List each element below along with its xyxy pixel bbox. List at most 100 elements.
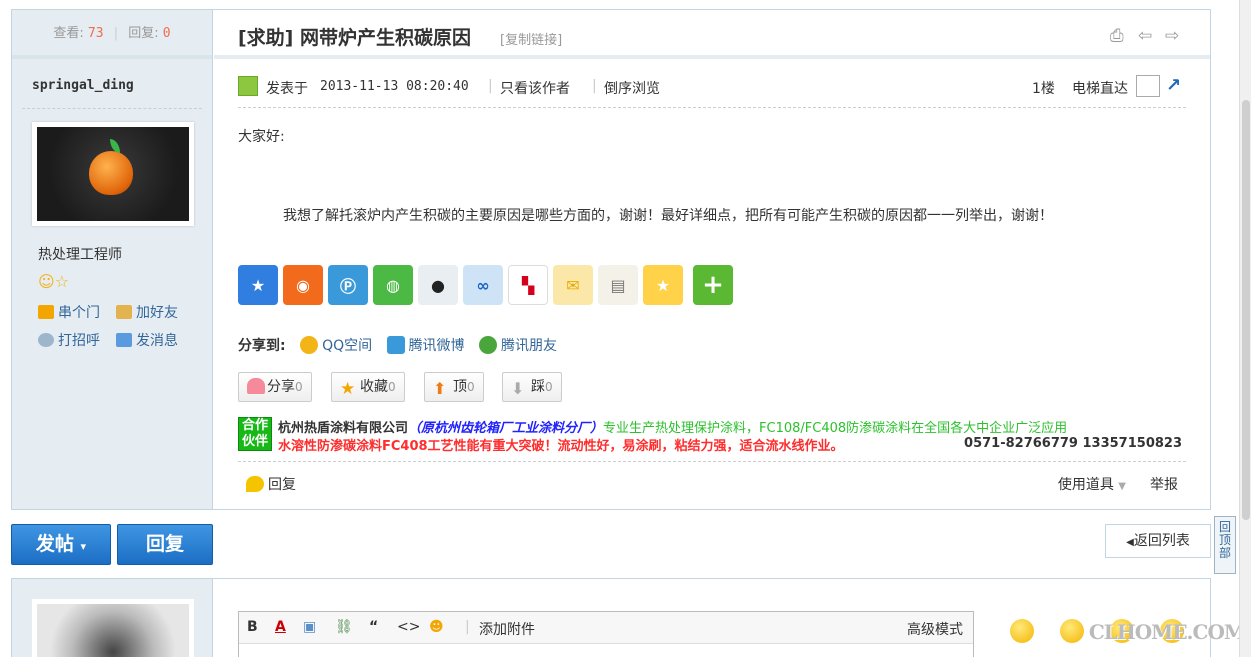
ad-former-name: （原杭州齿轮箱厂工业涂料分厂） — [408, 421, 604, 436]
sad-emoji-icon[interactable] — [1060, 619, 1084, 643]
up-arrow-icon: ⬆ — [433, 379, 447, 398]
back-to-list-button[interactable]: ◀返回列表 — [1105, 524, 1211, 558]
ad-line-1: 杭州热盾涂料有限公司（原杭州齿轮箱厂工业涂料分厂）专业生产热处理保护涂料，FC1… — [278, 417, 1067, 436]
home-icon — [38, 305, 54, 319]
new-post-button[interactable]: 发帖 ▾ — [11, 524, 111, 565]
only-author-link[interactable]: 只看该作者 — [500, 78, 570, 98]
jump-go-icon[interactable]: ↗ — [1166, 75, 1181, 96]
post-content: [求助] 网带炉产生积碳原因 [复制链接] ⎙ ⇦ ⇨ 发表于 2013-11-… — [214, 10, 1210, 509]
handshake-icon — [116, 305, 132, 319]
visit-link[interactable]: 串个门 — [38, 302, 100, 322]
renren-share-icon[interactable]: ∞ — [463, 265, 503, 305]
quick-reply-area: B A ▣ ⛓ “ <> ☻ | 添加附件 高级模式 — [11, 578, 1211, 657]
star-icon: ★ — [340, 379, 356, 399]
tweibo-icon — [386, 336, 405, 354]
site-watermark: CLHOME.COM — [1088, 620, 1246, 644]
qzone-icon — [300, 336, 319, 354]
print-icon[interactable]: ⎙ — [1110, 26, 1124, 46]
downvote-button[interactable]: ⬇ 踩0 — [502, 372, 562, 402]
tencent-weibo-share-icon[interactable]: Ⓟ — [328, 265, 368, 305]
report-link[interactable]: 举报 — [1150, 474, 1178, 494]
share-tweibo-link[interactable]: 腾讯微博 — [386, 336, 465, 354]
kaixin-share-icon[interactable]: ▚ — [508, 265, 548, 305]
code-icon[interactable]: <> — [397, 619, 420, 635]
back-to-top-button[interactable]: 回顶部 — [1214, 516, 1236, 574]
post-body: 我想了解托滚炉内产生积碳的主要原因是哪些方面的，谢谢！最好详细点，把所有可能产生… — [283, 208, 1053, 224]
speech-bubble-icon — [246, 476, 264, 492]
reply-avatar — [32, 599, 194, 657]
use-tools-dropdown[interactable]: 使用道具 ▼ — [1058, 474, 1126, 494]
prev-thread-icon[interactable]: ⇦ — [1138, 26, 1152, 46]
share-pengyou-link[interactable]: 腾讯朋友 — [479, 336, 557, 354]
share-button[interactable]: 分享0 — [238, 372, 312, 402]
next-thread-icon[interactable]: ⇨ — [1165, 26, 1179, 46]
views-label: 查看: — [53, 26, 84, 41]
smiley-emoji-icon[interactable] — [1010, 619, 1034, 643]
image-icon[interactable]: ▣ — [303, 619, 316, 635]
add-attachment-link[interactable]: 添加附件 — [479, 619, 535, 639]
weibo-share-icon[interactable]: ◉ — [283, 265, 323, 305]
reply-editor[interactable]: B A ▣ ⛓ “ <> ☻ | 添加附件 高级模式 — [238, 611, 974, 657]
reply-link[interactable]: 回复 — [246, 474, 296, 494]
replies-label: 回复: — [128, 26, 159, 41]
ad-phone: 0571-82766779 13357150823 — [964, 436, 1182, 451]
apple-logo-icon — [89, 151, 133, 195]
posted-prefix: 发表于 — [266, 81, 308, 97]
send-message-link[interactable]: 发消息 — [116, 330, 178, 350]
reverse-order-link[interactable]: 倒序浏览 — [604, 78, 660, 98]
floor-jump-input[interactable] — [1136, 75, 1160, 97]
copy-share-icon[interactable]: ▤ — [598, 265, 638, 305]
wechat-share-icon[interactable]: ◍ — [373, 265, 413, 305]
favorite-button[interactable]: ★ 收藏0 — [331, 372, 405, 402]
thread-title: [求助] 网带炉产生积碳原因 — [238, 27, 471, 49]
floor-number: 1楼 — [1032, 81, 1055, 97]
add-friend-link[interactable]: 加好友 — [116, 302, 178, 322]
heart-icon — [247, 378, 265, 394]
chevron-down-icon: ▾ — [80, 540, 87, 553]
share-qzone-link[interactable]: QQ空间 — [300, 336, 372, 354]
greet-link[interactable]: 打招呼 — [38, 330, 100, 350]
partner-badge: 合作伙伴 — [238, 417, 272, 451]
user-level-icons: ☺☆ — [38, 272, 69, 291]
ad-description: 专业生产热处理保护涂料，FC108/FC408防渗碳涂料在全国各大中企业广泛应用 — [603, 421, 1068, 436]
views-count: 73 — [87, 26, 104, 41]
more-share-icon[interactable]: + — [693, 265, 733, 305]
star-icon: ☆ — [54, 272, 70, 291]
author-name[interactable]: springal_ding — [32, 78, 134, 93]
triangle-left-icon: ◀ — [1126, 537, 1134, 548]
partner-ad[interactable]: 合作伙伴 杭州热盾涂料有限公司（原杭州齿轮箱厂工业涂料分厂）专业生产热处理保护涂… — [238, 415, 1186, 454]
post-footer: 回复 使用道具 ▼ 举报 — [238, 461, 1186, 501]
posted-time: 2013-11-13 08:20:40 — [320, 79, 469, 94]
editor-toolbar: B A ▣ ⛓ “ <> ☻ | 添加附件 高级模式 — [239, 612, 973, 644]
chevron-down-icon: ▼ — [1118, 481, 1126, 492]
advanced-mode-link[interactable]: 高级模式 — [907, 619, 963, 639]
quote-icon[interactable]: “ — [369, 619, 378, 635]
bold-icon[interactable]: B — [247, 619, 258, 635]
ad-company: 杭州热盾涂料有限公司 — [278, 421, 409, 436]
online-user-icon — [238, 76, 258, 96]
clover-icon — [479, 336, 498, 354]
qq-share-icon[interactable]: ● — [418, 265, 458, 305]
reply-button[interactable]: 回复 — [117, 524, 213, 565]
share-to-row: 分享到: QQ空间 腾讯微博 腾讯朋友 — [238, 335, 557, 355]
jump-label: 电梯直达 — [1072, 81, 1128, 97]
avatar[interactable] — [32, 122, 194, 226]
page-scrollbar[interactable] — [1239, 0, 1251, 657]
envelope-icon — [116, 333, 132, 347]
down-arrow-icon: ⬇ — [511, 379, 525, 398]
share-to-label: 分享到: — [238, 338, 286, 354]
favorite-share-icon[interactable]: ★ — [643, 265, 683, 305]
greet-icon — [38, 333, 54, 347]
scroll-thumb[interactable] — [1242, 100, 1250, 520]
emoji-icon[interactable]: ☻ — [429, 619, 444, 635]
copy-link[interactable]: [复制链接] — [500, 29, 562, 48]
post-container: 查看: 73 | 回复: 0 springal_ding 热处理工程师 ☺☆ 串… — [11, 9, 1211, 510]
reply-sidebar — [12, 579, 213, 657]
thread-stats: 查看: 73 | 回复: 0 — [12, 10, 212, 59]
qzone-share-icon[interactable]: ★ — [238, 265, 278, 305]
upvote-button[interactable]: ⬆ 顶0 — [424, 372, 484, 402]
email-share-icon[interactable]: ✉ — [553, 265, 593, 305]
font-color-icon[interactable]: A — [275, 619, 286, 635]
link-icon[interactable]: ⛓ — [335, 619, 353, 635]
author-sidebar: 查看: 73 | 回复: 0 springal_ding 热处理工程师 ☺☆ 串… — [12, 10, 213, 509]
